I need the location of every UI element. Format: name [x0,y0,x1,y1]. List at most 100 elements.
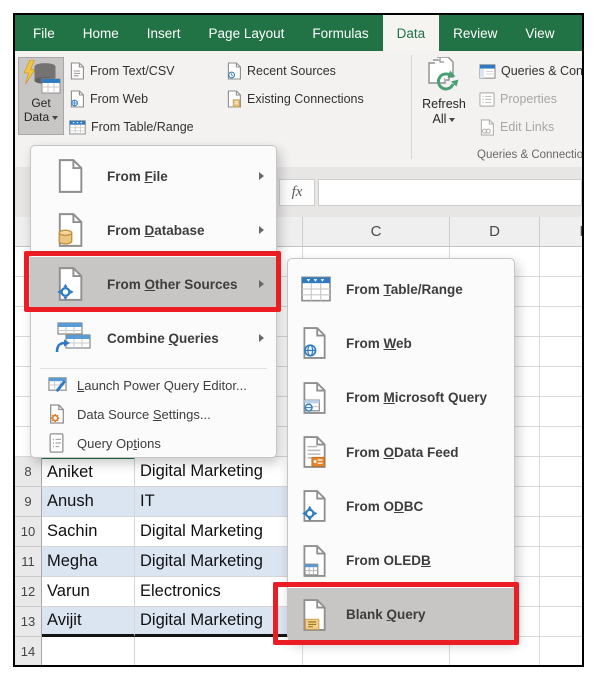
table-row: 9 Anush IT [15,487,303,517]
submenu-item-from-web[interactable]: From Web [288,316,514,370]
queries-connections-button[interactable]: Queries & Connections [479,59,582,83]
submenu-item-label: From ODBC [346,499,423,514]
cell-name[interactable] [42,637,135,667]
menu-separator [40,368,267,369]
tab-formulas[interactable]: Formulas [298,15,382,51]
submenu-item-label: From Table/Range [346,282,463,297]
cell-department[interactable]: IT [135,487,302,517]
properties-label: Properties [500,92,557,106]
from-table-range-label: From Table/Range [91,120,194,134]
gridline-vertical [539,247,540,665]
recent-sources-button[interactable]: Recent Sources [226,59,336,83]
from-text-csv-label: From Text/CSV [90,64,175,78]
row-header-9[interactable]: 9 [15,487,42,517]
menu-item-combine-queries[interactable]: Combine Queries [31,311,276,365]
submenu-item-from-odbc[interactable]: From ODBC [288,479,514,533]
refresh-all-label-line2: All [433,112,456,127]
chevron-down-icon [449,118,455,122]
get-data-button[interactable]: Get Data [18,57,64,135]
submenu-item-from-table-range[interactable]: From Table/Range [288,262,514,316]
cell-name[interactable]: Anush [42,487,135,517]
cell-department[interactable]: Digital Marketing [135,457,302,487]
edit-links-button: Edit Links [479,115,554,139]
menu-item-from-database[interactable]: From Database [31,203,276,257]
menu-item-label: Combine Queries [107,331,219,346]
row-header-11[interactable]: 11 [15,547,42,577]
submenu-item-label: From OData Feed [346,445,459,460]
menu-item-data-source-settings[interactable]: Data Source Settings... [31,400,276,429]
tab-view[interactable]: View [511,15,568,51]
from-web-button[interactable]: From Web [69,87,148,111]
menu-item-label: Launch Power Query Editor... [77,378,247,393]
odbc-compass-icon [300,487,336,525]
from-table-range-button[interactable]: From Table/Range [69,115,194,139]
submenu-item-from-oledb[interactable]: From OLEDB [288,533,514,587]
ribbon-group-label: Queries & Connections [477,149,582,161]
menu-item-label: From File [107,169,168,184]
submenu-item-label: From Web [346,336,412,351]
web-globe-icon [69,90,85,108]
submenu-item-from-microsoft-query[interactable]: From Microsoft Query [288,371,514,425]
cell-department[interactable]: Digital Marketing [135,547,302,577]
get-data-label-line2: Data [24,110,58,124]
cell-name[interactable]: Megha [42,547,135,577]
query-options-icon [48,433,68,455]
menu-item-query-options[interactable]: Query Options [31,429,276,458]
formula-input[interactable] [318,179,582,206]
tab-data[interactable]: Data [383,15,440,51]
column-header-d[interactable]: D [449,217,539,246]
from-web-label: From Web [90,92,148,106]
power-query-editor-icon [48,375,68,397]
refresh-icon [425,57,463,97]
edit-links-chain-icon [479,119,495,136]
from-text-csv-button[interactable]: From Text/CSV [69,59,175,83]
tab-page-layout[interactable]: Page Layout [195,15,299,51]
cell-department[interactable]: Digital Marketing [135,517,302,547]
tab-review[interactable]: Review [439,15,511,51]
insert-function-button[interactable]: fx [279,179,315,206]
file-icon [55,157,91,195]
chevron-right-icon [259,334,264,342]
screenshot-stage: File Home Insert Page Layout Formulas Da… [0,0,600,696]
table-row: 14 [15,637,303,667]
cell-name[interactable]: Aniket [42,457,135,487]
existing-connections-button[interactable]: Existing Connections [226,87,364,111]
menu-item-launch-power-query-editor[interactable]: Launch Power Query Editor... [31,371,276,400]
cell-name[interactable]: Sachin [42,517,135,547]
row-header-14[interactable]: 14 [15,637,42,667]
annotation-box-from-other-sources [24,251,281,312]
row-header-8[interactable]: 8 [15,457,42,487]
oledb-grid-icon [300,542,336,580]
row-header-10[interactable]: 10 [15,517,42,547]
properties-icon [479,92,495,107]
microsoft-query-icon [300,379,336,417]
annotation-box-blank-query [273,582,519,645]
row-header-12[interactable]: 12 [15,577,42,607]
refresh-all-button[interactable]: Refresh All [416,57,472,157]
queries-connections-label: Queries & Connections [501,64,582,78]
table-row: 8 Aniket Digital Marketing [15,457,303,487]
table-range-icon [300,270,336,308]
column-header-e[interactable]: E [539,217,584,246]
chevron-right-icon [259,172,264,180]
cell-name[interactable]: Varun [42,577,135,607]
menu-item-from-file[interactable]: From File [31,149,276,203]
row-header-13[interactable]: 13 [15,607,42,637]
submenu-item-from-odata-feed[interactable]: From OData Feed [288,425,514,479]
tab-insert[interactable]: Insert [133,15,195,51]
odata-feed-icon [300,433,336,471]
column-header-c[interactable]: C [302,217,449,246]
database-file-icon [55,211,91,249]
submenu-item-label: From Microsoft Query [346,390,487,405]
recent-sources-clock-icon [226,62,242,80]
table-row: 12 Varun Electronics [15,577,303,607]
properties-button: Properties [479,87,557,111]
cell-name[interactable]: Avijit [42,607,135,637]
queries-connections-icon [479,64,496,79]
tab-file[interactable]: File [19,15,69,51]
edit-links-label: Edit Links [500,120,554,134]
tab-home[interactable]: Home [69,15,133,51]
menu-item-label: Query Options [77,436,161,451]
table-row: 10 Sachin Digital Marketing [15,517,303,547]
ribbon-group-separator [411,55,412,159]
